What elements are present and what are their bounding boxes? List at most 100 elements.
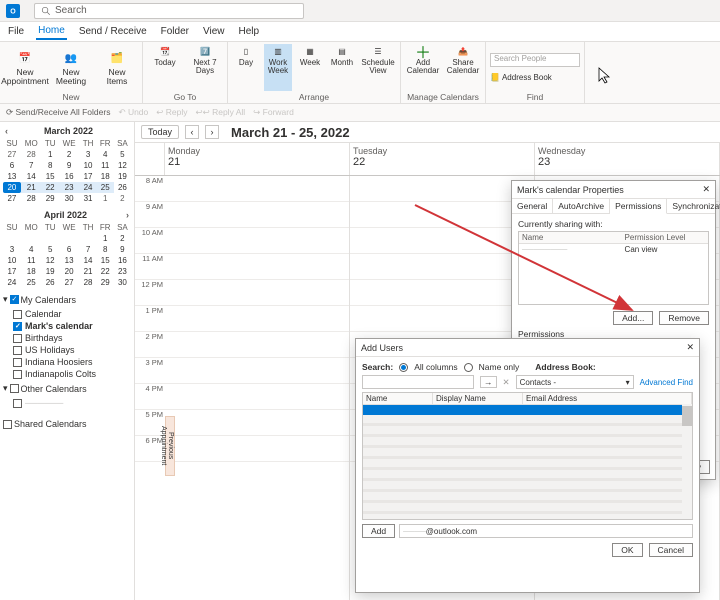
advanced-find-link[interactable]: Advanced Find [640,378,693,387]
minicalendar-march[interactable]: ‹March 2022 SUMOTUWETHFRSA27281234567891… [3,126,131,204]
new-items-button[interactable]: 🗂️New Items [96,44,138,91]
next-month-button[interactable]: › [126,210,129,220]
checkbox-icon[interactable] [13,358,22,367]
sendreceive-button[interactable]: ⟳ Send/Receive All Folders [6,107,110,118]
add-selected-button[interactable]: Add [362,524,395,538]
shared-calendars-header[interactable]: Shared Calendars [3,419,131,429]
radio-label: Name only [479,362,520,372]
tab-permissions[interactable]: Permissions [610,199,667,214]
new-appointment-button[interactable]: 📅New Appointment [4,44,46,91]
my-calendars-header[interactable]: ▾ My Calendars [3,294,131,305]
minicalendar-april[interactable]: April 2022› SUMOTUWETHFRSA12345678910111… [3,210,131,288]
cancel-button[interactable]: Cancel [649,543,693,557]
prev-week-button[interactable]: ‹ [185,125,199,139]
checkbox-icon[interactable] [13,399,22,408]
calendar-item[interactable]: Indianapolis Colts [3,368,131,380]
scrollbar[interactable] [682,404,692,519]
checkbox-icon[interactable] [10,384,19,393]
tab-synchronization[interactable]: Synchronization [667,199,720,213]
checkbox-icon[interactable] [10,295,19,304]
calendar-item[interactable]: Indiana Hoosiers [3,356,131,368]
chevron-down-icon: ▾ [626,378,630,387]
share-icon: 📤 [456,44,470,58]
prev-month-button[interactable]: ‹ [5,126,8,136]
search-input[interactable]: Search [34,3,304,19]
checkbox-icon[interactable] [13,346,22,355]
add-calendar-button[interactable]: ＋Add Calendar [405,44,441,91]
col-display: Display Name [433,393,523,404]
day-header-monday[interactable]: Monday21 [165,143,350,175]
sharing-label: Currently sharing with: [518,219,709,229]
sharing-list[interactable]: NamePermission Level ────────Can view [518,231,709,305]
day-button[interactable]: ▯Day [232,44,260,91]
month-icon: ▤ [335,44,349,58]
previous-appointment-tab[interactable]: Previous Appointment [165,416,175,476]
day-header-wednesday[interactable]: Wednesday23 [535,143,720,175]
add-button[interactable]: Add... [613,311,653,325]
reply-button[interactable]: ↩ Reply [156,107,187,118]
plus-icon: ＋ [416,44,430,58]
tab-sendreceive[interactable]: Send / Receive [77,24,149,39]
calendar-item[interactable]: Calendar [3,308,131,320]
addressbook-select[interactable]: Contacts -▾ [516,375,634,389]
checkbox-icon[interactable] [13,310,22,319]
close-icon[interactable]: ✕ [702,184,710,195]
week-button[interactable]: ▦Week [296,44,324,91]
calendar-item[interactable]: US Holidays [3,344,131,356]
month-button[interactable]: ▤Month [328,44,356,91]
dialog-title: Add Users [361,343,403,353]
next-week-button[interactable]: › [205,125,219,139]
checkbox-icon[interactable] [13,322,22,331]
meeting-icon: 👥 [62,49,80,67]
radio-all-columns[interactable] [399,363,408,372]
calendar-item[interactable]: Birthdays [3,332,131,344]
checkbox-icon[interactable] [3,420,12,429]
dialog-title: Mark's calendar Properties [517,185,624,195]
share-calendar-button[interactable]: 📤Share Calendar [445,44,481,91]
users-list[interactable]: Name Display Name Email Address [362,392,693,520]
go-button[interactable]: → [480,376,497,388]
tab-folder[interactable]: Folder [159,24,191,39]
tab-autoarchive[interactable]: AutoArchive [553,199,610,213]
title-bar: O Search [0,0,720,22]
clear-button[interactable]: ✕ [503,377,510,388]
search-field[interactable] [362,375,474,389]
replyall-button[interactable]: ↩↩ Reply All [195,107,245,118]
col-name: Name [363,393,433,404]
tab-view[interactable]: View [201,24,227,39]
today-button[interactable]: 📆Today [147,44,183,91]
add-field[interactable]: ────@outlook.com [399,524,693,538]
ribbon-tabs: File Home Send / Receive Folder View Hel… [0,22,720,42]
address-book-button[interactable]: 📒Address Book [490,73,580,82]
forward-button[interactable]: ↪ Forward [253,107,294,118]
calendar-item[interactable]: ────── [3,397,131,409]
workweek-button[interactable]: ▥Work Week [264,44,292,91]
search-people-input[interactable]: Search People [490,53,580,67]
new-items-icon: 🗂️ [108,49,126,67]
close-icon[interactable]: ✕ [686,342,694,353]
tab-file[interactable]: File [6,24,26,39]
checkbox-icon[interactable] [13,370,22,379]
next7-button[interactable]: 7️⃣Next 7 Days [187,44,223,91]
scheduleview-button[interactable]: ☰Schedule View [360,44,396,91]
tab-help[interactable]: Help [237,24,262,39]
date-range: March 21 - 25, 2022 [231,125,350,140]
calendar-item[interactable]: Mark's calendar [3,320,131,332]
undo-button[interactable]: ↶ Undo [118,107,148,118]
search-icon [41,6,51,16]
tab-home[interactable]: Home [36,23,67,40]
col-name: Name [519,232,622,243]
addressbook-label: Address Book: [535,362,595,372]
calendar-icon: 📅 [16,49,34,67]
tab-general[interactable]: General [512,199,553,213]
radio-name-only[interactable] [464,363,473,372]
ok-button[interactable]: OK [612,543,642,557]
remove-button[interactable]: Remove [659,311,709,325]
checkbox-icon[interactable] [13,334,22,343]
other-calendars-header[interactable]: ▾ Other Calendars [3,383,131,394]
day-column[interactable] [165,176,350,600]
group-label-goto: Go To [147,91,223,101]
today-pill[interactable]: Today [141,125,179,139]
new-meeting-button[interactable]: 👥New Meeting [50,44,92,91]
day-header-tuesday[interactable]: Tuesday22 [350,143,535,175]
